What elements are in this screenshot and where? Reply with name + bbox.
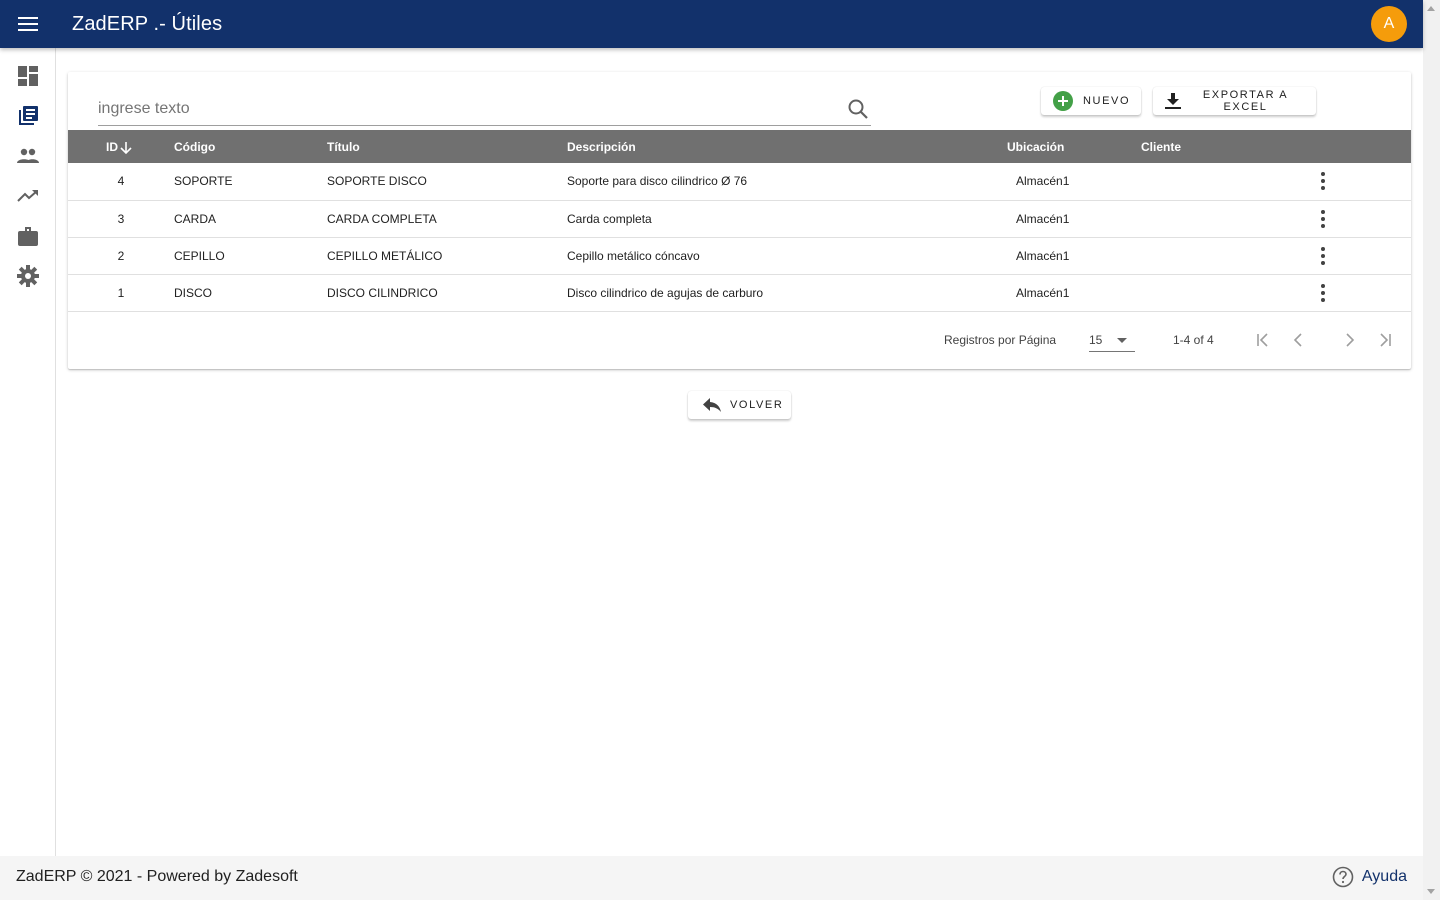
last-page-button[interactable] — [1373, 328, 1397, 352]
trending-up-icon — [17, 190, 38, 202]
paginator: Registros por Página 15 1-4 of 4 — [68, 312, 1411, 368]
menu-button[interactable] — [0, 0, 56, 48]
table-row[interactable]: 3 CARDA CARDA COMPLETA Carda completa Al… — [68, 200, 1411, 238]
user-avatar[interactable]: A — [1371, 6, 1407, 42]
help-label: Ayuda — [1361, 868, 1407, 885]
cell-id: 1 — [68, 274, 174, 312]
help-circle-icon — [1332, 866, 1354, 888]
arrow-down-icon — [120, 141, 132, 154]
cell-descripcion: Carda completa — [567, 200, 1007, 238]
cell-descripcion: Cepillo metálico cóncavo — [567, 237, 1007, 275]
chevron-left-icon — [1293, 333, 1302, 347]
cell-codigo: DISCO — [174, 274, 327, 312]
column-header-cliente[interactable]: Cliente — [1141, 130, 1311, 163]
cell-ubicacion: Almacén1 — [1007, 274, 1141, 312]
footer-copyright: ZadERP © 2021 - Powered by Zadesoft — [16, 868, 298, 885]
sidebar-item-trending[interactable] — [0, 176, 56, 216]
table-row[interactable]: 4 SOPORTE SOPORTE DISCO Soporte para dis… — [68, 163, 1411, 201]
column-header-codigo[interactable]: Código — [174, 130, 327, 163]
app-title: ZadERP .- Útiles — [72, 12, 223, 35]
column-header-id[interactable]: ID — [68, 130, 174, 163]
sidebar-item-people[interactable] — [0, 136, 56, 176]
scroll-up-arrow[interactable] — [1427, 6, 1435, 11]
cell-titulo: CEPILLO METÁLICO — [327, 237, 567, 275]
download-icon — [1165, 93, 1181, 109]
cell-codigo: SOPORTE — [174, 163, 327, 201]
table-row[interactable]: 1 DISCO DISCO CILINDRICO Disco cilindric… — [68, 274, 1411, 312]
cell-cliente — [1141, 163, 1311, 201]
dashboard-icon — [18, 66, 38, 86]
table-header-row: ID Código Título Descripción Ubicación C… — [68, 130, 1411, 163]
list-card: NUEVO EXPORTAR A EXCEL ID Código Título … — [68, 72, 1411, 369]
more-vert-icon[interactable] — [1311, 207, 1335, 231]
cell-ubicacion: Almacén1 — [1007, 237, 1141, 275]
back-button-label: VOLVER — [730, 399, 784, 411]
back-button[interactable]: VOLVER — [688, 391, 791, 419]
cell-cliente — [1141, 274, 1311, 312]
library-books-icon — [19, 106, 38, 125]
cell-id: 3 — [68, 200, 174, 238]
export-excel-button[interactable]: EXPORTAR A EXCEL — [1153, 87, 1316, 115]
table-row[interactable]: 2 CEPILLO CEPILLO METÁLICO Cepillo metál… — [68, 237, 1411, 275]
gear-icon — [17, 265, 39, 287]
cell-descripcion: Disco cilindrico de agujas de carburo — [567, 274, 1007, 312]
sidebar-item-settings[interactable] — [0, 256, 56, 296]
search-field — [98, 94, 871, 126]
cell-id: 4 — [68, 163, 174, 201]
scroll-down-arrow[interactable] — [1427, 889, 1435, 894]
more-vert-icon[interactable] — [1311, 244, 1335, 268]
cell-titulo: CARDA COMPLETA — [327, 200, 567, 238]
cell-id: 2 — [68, 237, 174, 275]
sidebar — [0, 48, 56, 856]
more-vert-icon[interactable] — [1311, 281, 1335, 305]
cell-descripcion: Soporte para disco cilindrico Ø 76 — [567, 163, 1007, 201]
caret-down-icon — [1117, 338, 1127, 343]
cell-codigo: CEPILLO — [174, 237, 327, 275]
page-scrollbar[interactable] — [1423, 0, 1440, 900]
new-button[interactable]: NUEVO — [1041, 87, 1141, 115]
search-icon[interactable] — [847, 98, 869, 120]
column-header-actions — [1311, 130, 1411, 163]
cell-ubicacion: Almacén1 — [1007, 163, 1141, 201]
page-size-value: 15 — [1089, 333, 1103, 347]
search-input[interactable] — [98, 94, 838, 124]
footer: ZadERP © 2021 - Powered by Zadesoft Ayud… — [0, 856, 1423, 900]
next-page-button[interactable] — [1337, 328, 1361, 352]
export-button-label: EXPORTAR A EXCEL — [1202, 89, 1289, 113]
cell-ubicacion: Almacén1 — [1007, 200, 1141, 238]
cell-titulo: SOPORTE DISCO — [327, 163, 567, 201]
briefcase-icon — [18, 226, 38, 246]
last-page-icon — [1380, 333, 1391, 347]
new-button-label: NUEVO — [1083, 95, 1131, 107]
help-link[interactable]: Ayuda — [1332, 866, 1407, 888]
cell-codigo: CARDA — [174, 200, 327, 238]
column-header-descripcion[interactable]: Descripción — [567, 130, 1007, 163]
page-size-label: Registros por Página — [944, 333, 1057, 347]
sidebar-item-dashboard[interactable] — [0, 56, 56, 96]
hamburger-menu-icon — [18, 17, 38, 31]
page-range: 1-4 of 4 — [1173, 333, 1214, 347]
people-icon — [17, 148, 39, 163]
cell-cliente — [1141, 200, 1311, 238]
app-bar: ZadERP .- Útiles A — [0, 0, 1423, 48]
sidebar-item-work[interactable] — [0, 216, 56, 256]
items-table: ID Código Título Descripción Ubicación C… — [68, 130, 1411, 312]
first-page-icon — [1257, 333, 1268, 347]
previous-page-button[interactable] — [1287, 328, 1311, 352]
chevron-right-icon — [1346, 333, 1355, 347]
more-vert-icon[interactable] — [1311, 169, 1335, 193]
reply-icon — [702, 397, 722, 413]
column-header-titulo[interactable]: Título — [327, 130, 567, 163]
cell-cliente — [1141, 237, 1311, 275]
column-header-ubicacion[interactable]: Ubicación — [1007, 130, 1141, 163]
first-page-button[interactable] — [1251, 328, 1275, 352]
add-circle-icon — [1053, 91, 1073, 111]
cell-titulo: DISCO CILINDRICO — [327, 274, 567, 312]
sidebar-item-library[interactable] — [0, 96, 56, 136]
page-size-select[interactable]: 15 — [1089, 328, 1135, 352]
